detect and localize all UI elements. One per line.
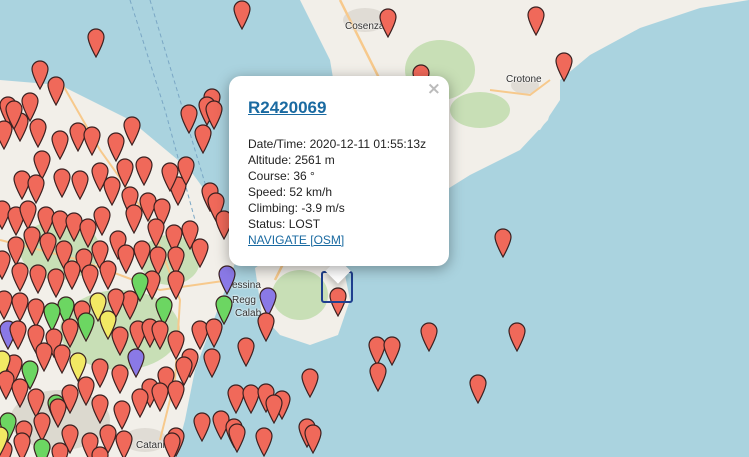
sonde-marker[interactable] [167,380,185,410]
sonde-marker[interactable] [77,312,95,342]
sonde-marker[interactable] [163,432,181,457]
sonde-marker[interactable] [194,124,212,154]
navigate-link[interactable]: NAVIGATE [OSM] [248,233,344,247]
popup-status: Status: LOST [248,217,321,231]
popup-altitude: Altitude: 2561 m [248,153,335,167]
sonde-marker[interactable] [0,426,9,456]
sonde-marker[interactable] [111,364,129,394]
sonde-marker[interactable] [91,446,109,457]
sonde-marker[interactable] [11,292,29,322]
place-label-messina: essina [232,280,261,291]
sonde-marker[interactable] [103,176,121,206]
popup-course: Course: 36 ° [248,169,315,183]
sonde-marker[interactable] [167,270,185,300]
sonde-marker[interactable] [469,374,487,404]
sonde-marker[interactable] [127,348,145,378]
sonde-marker[interactable] [53,344,71,374]
sonde-marker[interactable] [369,362,387,392]
sonde-marker[interactable] [228,423,246,453]
sonde-marker[interactable] [205,318,223,348]
sonde-marker[interactable] [125,204,143,234]
sonde-marker[interactable] [29,264,47,294]
popup-speed: Speed: 52 km/h [248,185,333,199]
sonde-marker[interactable] [257,312,275,342]
sonde-marker[interactable] [508,322,526,352]
place-label-reggio: Regg [232,295,256,306]
sonde-marker[interactable] [13,432,31,457]
sonde-marker[interactable] [115,430,133,457]
sonde-marker[interactable] [135,156,153,186]
popup-datetime: Date/Time: 2020-12-11 01:55:13z [248,137,427,151]
sonde-marker[interactable] [177,156,195,186]
sonde-marker[interactable] [494,228,512,258]
sonde-marker[interactable] [83,126,101,156]
sonde-marker[interactable] [23,226,41,256]
sonde-marker[interactable] [123,116,141,146]
sonde-marker[interactable] [81,264,99,294]
sonde-marker[interactable] [33,438,51,457]
sonde-marker[interactable] [11,262,29,292]
sonde-marker[interactable] [9,320,27,350]
sonde-marker[interactable] [193,412,211,442]
sonde-marker[interactable] [161,162,179,192]
sonde-marker[interactable] [29,118,47,148]
popup-details: Date/Time: 2020-12-11 01:55:13z Altitude… [248,136,426,248]
sonde-marker[interactable] [87,28,105,58]
sonde-marker[interactable] [131,388,149,418]
sonde-marker[interactable] [91,394,109,424]
sonde-marker[interactable] [555,52,573,82]
sonde-marker[interactable] [0,290,13,320]
sonde-marker[interactable] [47,76,65,106]
sonde-marker[interactable] [39,232,57,262]
sonde-marker[interactable] [218,265,236,295]
sonde-marker[interactable] [203,348,221,378]
sonde-marker[interactable] [301,368,319,398]
sonde-marker[interactable] [53,168,71,198]
sonde-marker[interactable] [255,427,273,457]
place-label-crotone: Crotone [506,74,542,85]
sonde-marker[interactable] [379,8,397,38]
sonde-marker[interactable] [0,250,11,280]
sonde-marker[interactable] [21,92,39,122]
sonde-marker[interactable] [147,218,165,248]
sonde-popup: × R2420069 Date/Time: 2020-12-11 01:55:1… [229,76,449,266]
popup-title-link[interactable]: R2420069 [248,98,326,118]
sonde-marker[interactable] [233,0,251,30]
sonde-marker[interactable] [99,260,117,290]
sonde-marker[interactable] [51,130,69,160]
sonde-marker[interactable] [71,170,89,200]
sonde-marker[interactable] [304,424,322,454]
sonde-marker[interactable] [191,238,209,268]
sonde-marker[interactable] [265,394,283,424]
sonde-marker[interactable] [237,337,255,367]
sonde-marker[interactable] [420,322,438,352]
sonde-marker[interactable] [63,260,81,290]
sonde-marker[interactable] [51,442,69,457]
sonde-marker[interactable] [527,6,545,36]
popup-climbing: Climbing: -3.9 m/s [248,201,345,215]
close-icon[interactable]: × [427,79,441,99]
